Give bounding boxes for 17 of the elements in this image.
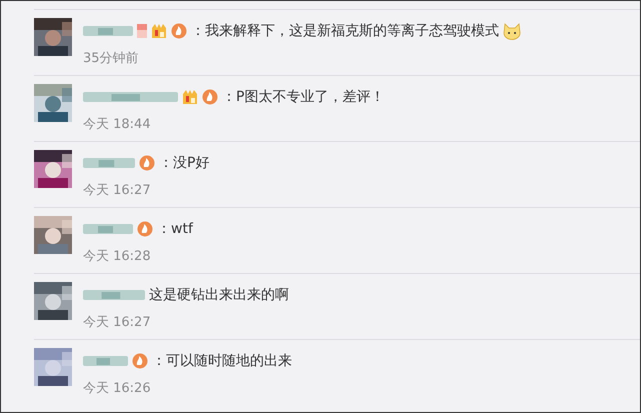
comment-text: ：我来解释下，这是新福克斯的等离子态驾驶模式 <box>191 22 499 40</box>
blurred-name <box>83 222 133 236</box>
comment-time: 今天 16:27 <box>83 182 152 199</box>
comment-text: ：没P好 <box>159 154 210 172</box>
blurred-name <box>83 288 145 302</box>
comment-text: ：P图太不专业了，差评！ <box>222 88 384 106</box>
comment-text: 这是硬钻出来出来的啊 <box>149 286 289 304</box>
comment-time: 今天 16:26 <box>83 380 152 397</box>
comment-time: 35分钟前 <box>83 50 140 67</box>
blurred-name <box>83 156 135 170</box>
comment-time: 今天 16:28 <box>83 248 152 265</box>
comment-text: ：wtf <box>157 220 193 238</box>
comment-time: 今天 18:44 <box>83 116 152 133</box>
comment-time: 今天 16:27 <box>83 314 152 331</box>
blurred-name <box>83 354 128 368</box>
comment-text: ：可以随时随地的出来 <box>152 352 292 370</box>
blurred-name <box>83 24 133 38</box>
